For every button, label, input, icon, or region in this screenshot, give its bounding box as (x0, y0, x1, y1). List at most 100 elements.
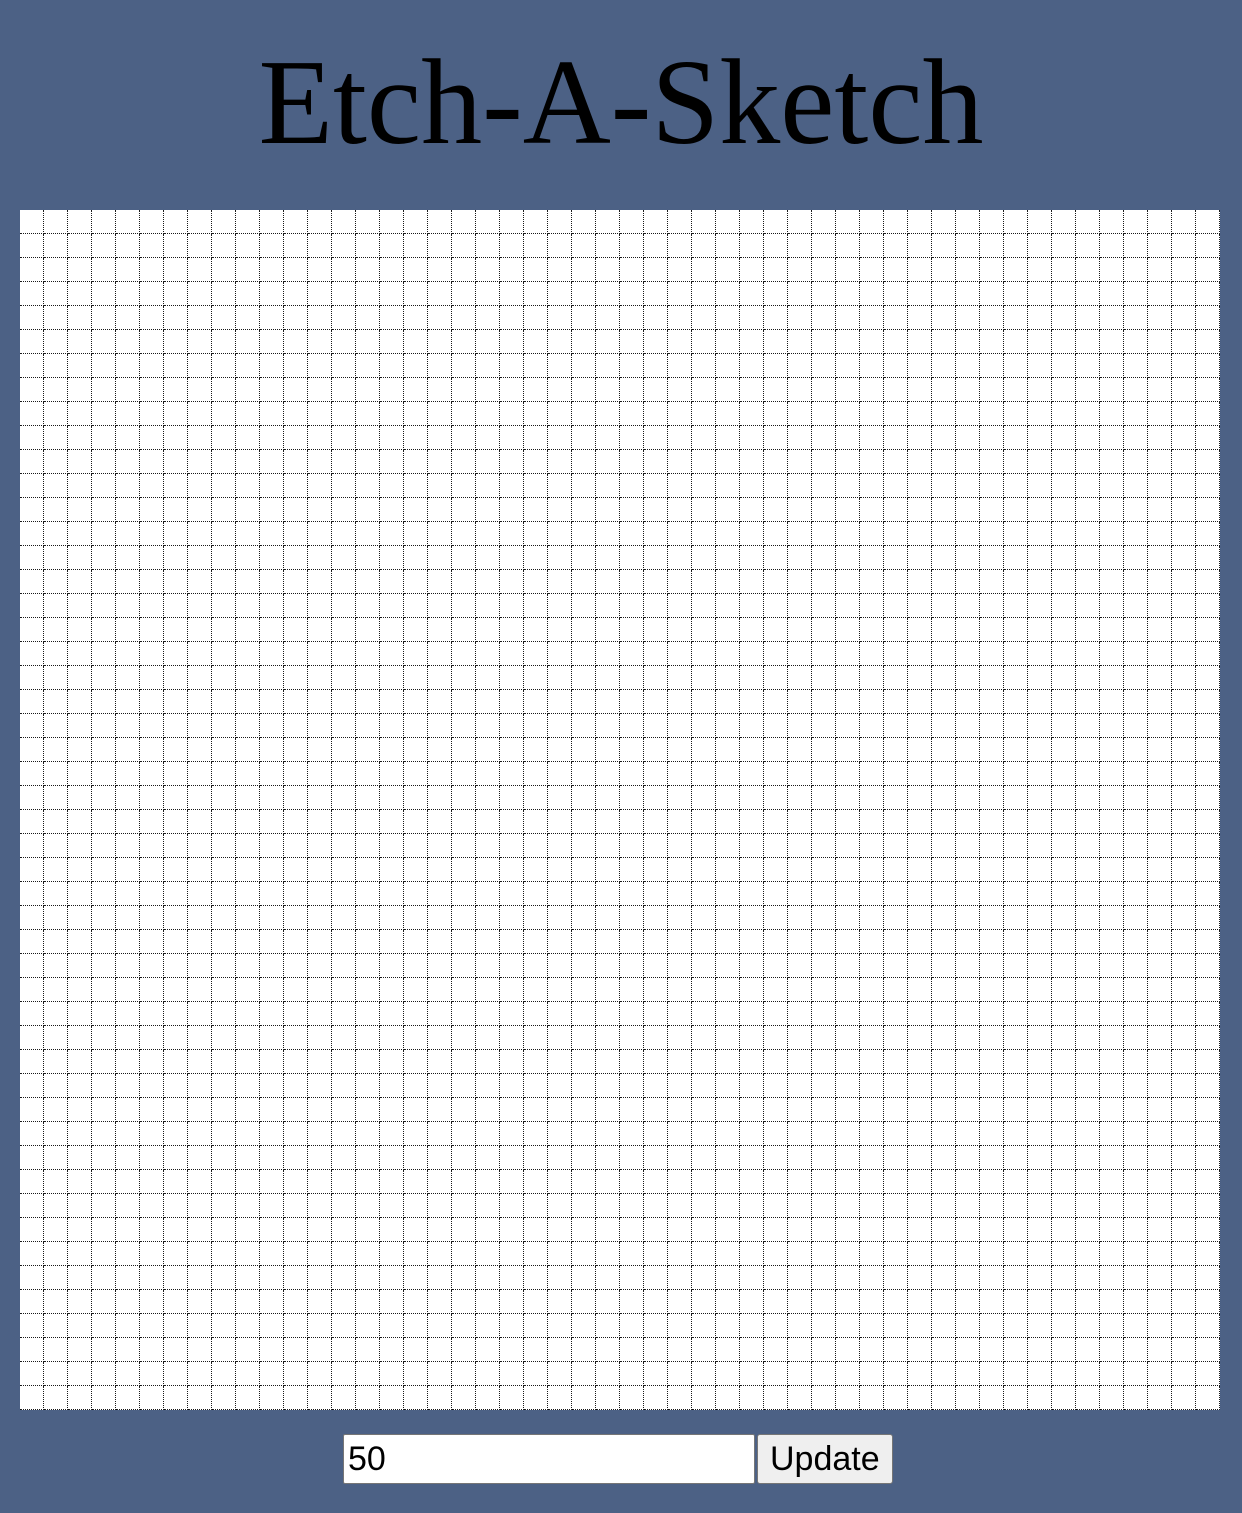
grid-cell[interactable] (404, 1386, 428, 1410)
grid-cell[interactable] (260, 402, 284, 426)
grid-cell[interactable] (188, 546, 212, 570)
grid-cell[interactable] (932, 546, 956, 570)
grid-cell[interactable] (356, 498, 380, 522)
grid-cell[interactable] (164, 666, 188, 690)
grid-cell[interactable] (980, 546, 1004, 570)
grid-cell[interactable] (1052, 1290, 1076, 1314)
grid-cell[interactable] (932, 306, 956, 330)
grid-cell[interactable] (572, 642, 596, 666)
grid-cell[interactable] (284, 570, 308, 594)
grid-cell[interactable] (44, 1338, 68, 1362)
grid-cell[interactable] (668, 258, 692, 282)
grid-cell[interactable] (452, 570, 476, 594)
grid-cell[interactable] (908, 882, 932, 906)
grid-cell[interactable] (356, 594, 380, 618)
grid-cell[interactable] (164, 426, 188, 450)
grid-cell[interactable] (452, 1170, 476, 1194)
grid-cell[interactable] (140, 210, 164, 234)
grid-cell[interactable] (308, 1026, 332, 1050)
grid-cell[interactable] (116, 234, 140, 258)
grid-cell[interactable] (884, 522, 908, 546)
grid-cell[interactable] (716, 426, 740, 450)
grid-cell[interactable] (932, 258, 956, 282)
grid-cell[interactable] (596, 1074, 620, 1098)
grid-cell[interactable] (380, 378, 404, 402)
grid-cell[interactable] (260, 546, 284, 570)
grid-cell[interactable] (260, 282, 284, 306)
grid-cell[interactable] (860, 570, 884, 594)
grid-cell[interactable] (308, 282, 332, 306)
grid-cell[interactable] (116, 450, 140, 474)
grid-cell[interactable] (140, 546, 164, 570)
grid-cell[interactable] (860, 618, 884, 642)
grid-cell[interactable] (44, 666, 68, 690)
grid-cell[interactable] (1052, 498, 1076, 522)
grid-cell[interactable] (20, 450, 44, 474)
grid-cell[interactable] (956, 1338, 980, 1362)
grid-cell[interactable] (764, 210, 788, 234)
grid-cell[interactable] (356, 810, 380, 834)
grid-cell[interactable] (908, 930, 932, 954)
grid-cell[interactable] (92, 594, 116, 618)
grid-cell[interactable] (596, 618, 620, 642)
grid-cell[interactable] (764, 666, 788, 690)
grid-cell[interactable] (980, 1122, 1004, 1146)
grid-cell[interactable] (404, 690, 428, 714)
grid-cell[interactable] (788, 498, 812, 522)
grid-cell[interactable] (404, 906, 428, 930)
grid-cell[interactable] (164, 1026, 188, 1050)
grid-cell[interactable] (44, 906, 68, 930)
grid-cell[interactable] (980, 1290, 1004, 1314)
grid-cell[interactable] (1172, 306, 1196, 330)
grid-cell[interactable] (140, 954, 164, 978)
grid-cell[interactable] (884, 546, 908, 570)
grid-cell[interactable] (164, 546, 188, 570)
grid-cell[interactable] (452, 1362, 476, 1386)
grid-cell[interactable] (1028, 858, 1052, 882)
grid-cell[interactable] (500, 1338, 524, 1362)
grid-cell[interactable] (92, 618, 116, 642)
grid-cell[interactable] (620, 858, 644, 882)
grid-cell[interactable] (644, 1146, 668, 1170)
grid-cell[interactable] (236, 642, 260, 666)
grid-cell[interactable] (764, 354, 788, 378)
grid-cell[interactable] (1148, 1098, 1172, 1122)
grid-cell[interactable] (284, 954, 308, 978)
grid-cell[interactable] (236, 354, 260, 378)
grid-cell[interactable] (596, 1386, 620, 1410)
grid-cell[interactable] (1004, 834, 1028, 858)
grid-cell[interactable] (572, 666, 596, 690)
grid-cell[interactable] (1028, 378, 1052, 402)
grid-cell[interactable] (836, 858, 860, 882)
grid-cell[interactable] (164, 1362, 188, 1386)
grid-cell[interactable] (68, 1002, 92, 1026)
grid-cell[interactable] (92, 1026, 116, 1050)
grid-cell[interactable] (1100, 1146, 1124, 1170)
grid-cell[interactable] (44, 474, 68, 498)
grid-cell[interactable] (692, 426, 716, 450)
grid-cell[interactable] (1148, 282, 1172, 306)
grid-cell[interactable] (164, 858, 188, 882)
grid-cell[interactable] (452, 330, 476, 354)
grid-cell[interactable] (884, 1266, 908, 1290)
grid-cell[interactable] (1100, 546, 1124, 570)
grid-cell[interactable] (812, 714, 836, 738)
grid-cell[interactable] (956, 858, 980, 882)
grid-cell[interactable] (1004, 210, 1028, 234)
grid-cell[interactable] (692, 1122, 716, 1146)
grid-cell[interactable] (428, 1314, 452, 1338)
grid-cell[interactable] (716, 666, 740, 690)
grid-cell[interactable] (476, 522, 500, 546)
grid-cell[interactable] (236, 978, 260, 1002)
grid-cell[interactable] (884, 858, 908, 882)
grid-cell[interactable] (740, 930, 764, 954)
grid-cell[interactable] (812, 1170, 836, 1194)
grid-cell[interactable] (668, 1098, 692, 1122)
grid-cell[interactable] (140, 1026, 164, 1050)
grid-cell[interactable] (44, 762, 68, 786)
grid-cell[interactable] (1196, 834, 1220, 858)
grid-cell[interactable] (188, 498, 212, 522)
grid-cell[interactable] (284, 1074, 308, 1098)
grid-cell[interactable] (20, 594, 44, 618)
grid-cell[interactable] (788, 1194, 812, 1218)
